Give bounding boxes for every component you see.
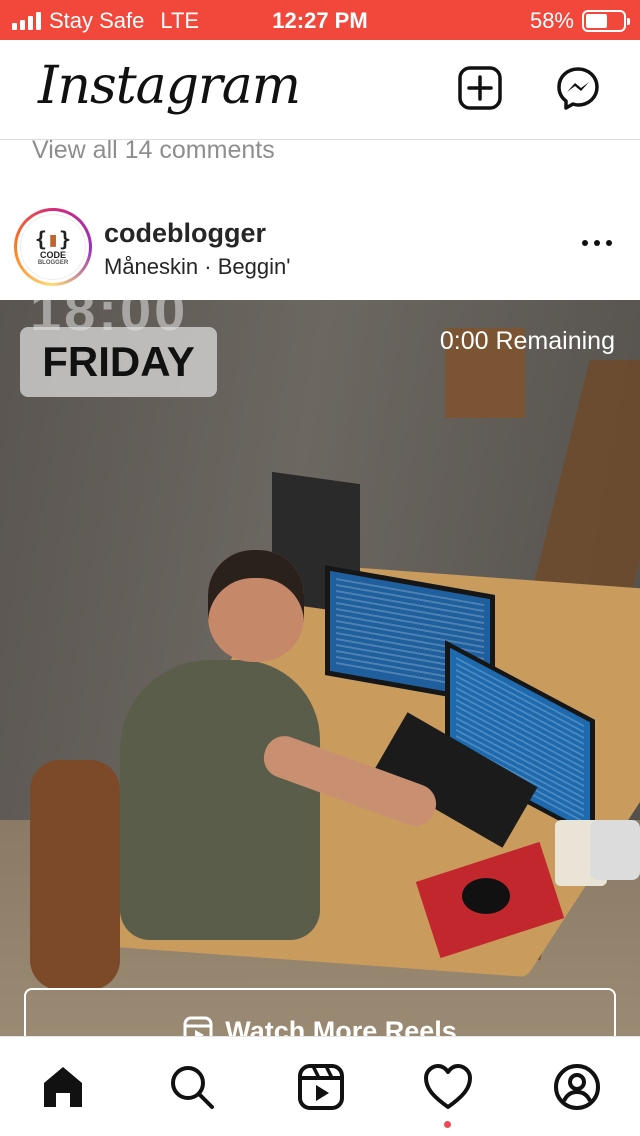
tab-reels[interactable]: [296, 1062, 346, 1112]
activity-notification-dot: [444, 1121, 451, 1128]
codeblogger-logo: {▮} CODE BLOGGER: [20, 214, 86, 280]
watch-more-reels-button[interactable]: Watch More Reels: [24, 988, 616, 1036]
tab-search[interactable]: [167, 1062, 217, 1112]
reel-video[interactable]: 18:00 FRIDAY 0:00 Remaining Watch More R…: [0, 300, 640, 1036]
battery-icon: [582, 10, 630, 32]
avatar[interactable]: {▮} CODE BLOGGER: [14, 208, 92, 286]
reels-icon: [298, 1064, 344, 1110]
post-options-button[interactable]: [582, 240, 612, 246]
search-icon: [171, 1066, 214, 1109]
instagram-logo[interactable]: Instagram: [38, 56, 301, 116]
video-mouse: [462, 878, 510, 914]
video-person-head: [208, 550, 304, 662]
avatar-line1: CODE: [39, 249, 66, 260]
video-chair: [30, 760, 120, 990]
time-remaining: 0:00 Remaining: [439, 327, 615, 355]
instagram-screen: Stay Safe LTE 12:27 PM 58% Instagram Vie…: [0, 0, 640, 1136]
video-cup: [590, 820, 640, 880]
avatar-line2: BLOGGER: [37, 259, 69, 266]
battery-percent: 58%: [529, 8, 574, 33]
new-post-button[interactable]: [456, 64, 504, 112]
post-username[interactable]: codeblogger: [104, 218, 266, 249]
tab-profile[interactable]: [552, 1062, 602, 1112]
view-comments-link[interactable]: View all 14 comments: [32, 136, 275, 165]
messenger-button[interactable]: [554, 64, 602, 112]
bottom-tab-bar: [0, 1036, 640, 1136]
video-person: [120, 660, 320, 940]
status-bar: Stay Safe LTE 12:27 PM 58%: [0, 0, 640, 40]
plus-square-icon: [458, 66, 502, 110]
app-header: Instagram: [0, 40, 640, 140]
tab-activity[interactable]: [423, 1062, 473, 1112]
more-dot: [594, 240, 600, 246]
messenger-icon: [557, 67, 599, 110]
battery-level: [586, 14, 607, 28]
profile-icon: [554, 1064, 600, 1110]
reels-icon: [183, 1016, 213, 1036]
post-audio-track[interactable]: Måneskin · Beggin': [104, 254, 290, 280]
status-right: 58%: [529, 8, 630, 34]
more-dot: [606, 240, 612, 246]
home-icon: [44, 1067, 82, 1107]
post-header: {▮} CODE BLOGGER codeblogger Måneskin · …: [0, 200, 640, 300]
tab-home[interactable]: [38, 1062, 88, 1112]
more-dot: [582, 240, 588, 246]
heart-icon: [424, 1064, 472, 1109]
watch-more-reels-label: Watch More Reels: [225, 1016, 457, 1036]
avatar-brace: {▮}: [34, 226, 72, 251]
overlay-day-label: FRIDAY: [20, 327, 217, 397]
